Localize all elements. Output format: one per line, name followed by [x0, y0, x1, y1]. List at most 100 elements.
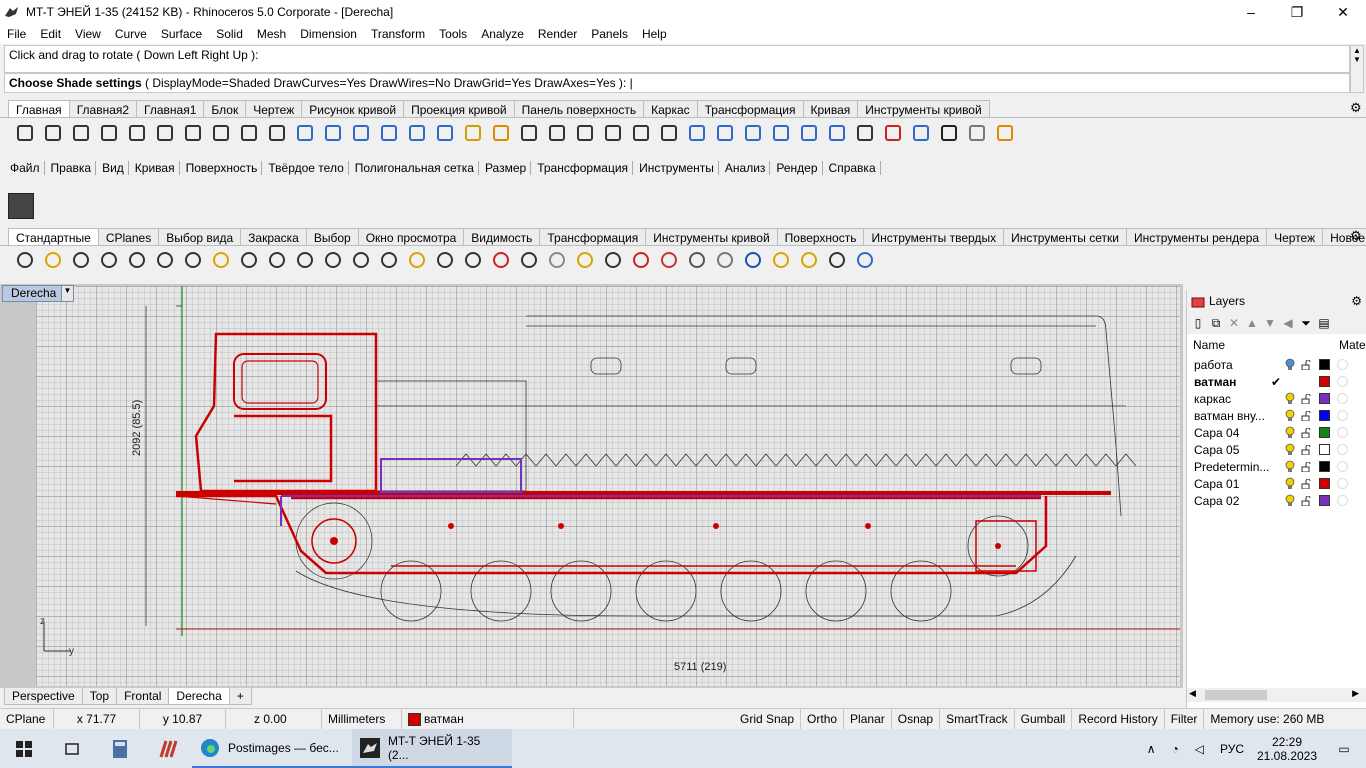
menu-curve[interactable]: Curve	[108, 27, 154, 41]
light-icon[interactable]	[516, 247, 542, 273]
car-icon[interactable]	[488, 247, 514, 273]
open-file-icon[interactable]	[40, 247, 66, 273]
options-icon[interactable]	[768, 247, 794, 273]
status-toggle[interactable]: Grid Snap	[734, 709, 802, 729]
viewport-title[interactable]: Derecha ▼	[2, 285, 74, 302]
gear-icon[interactable]: ⚙	[1350, 100, 1362, 116]
material-sphere-icon[interactable]	[684, 247, 710, 273]
box-icon[interactable]	[348, 120, 374, 146]
status-toggle[interactable]: Gumball	[1015, 709, 1073, 729]
material-circle-icon[interactable]	[1337, 478, 1348, 489]
curve-icon[interactable]	[96, 120, 122, 146]
toolbar-tab[interactable]: Видимость	[463, 228, 541, 246]
gear-icon[interactable]: ⚙	[1350, 228, 1362, 244]
material-circle-icon[interactable]	[1337, 427, 1348, 438]
plane-icon[interactable]	[432, 120, 458, 146]
material-circle-icon[interactable]	[1337, 393, 1348, 404]
circle-icon[interactable]	[124, 120, 150, 146]
scrollbar-thumb[interactable]	[1205, 690, 1267, 700]
move-down-icon[interactable]: ▼	[1261, 316, 1279, 330]
toolbar-tab[interactable]: Инструменты кривой	[857, 100, 990, 118]
notifications-icon[interactable]: ▭	[1322, 729, 1366, 768]
join-icon[interactable]	[572, 120, 598, 146]
menu-help[interactable]: Help	[635, 27, 674, 41]
calculator-icon[interactable]	[96, 729, 144, 768]
toolbar-tab[interactable]: Выбор	[305, 228, 359, 246]
unlock-icon[interactable]	[1301, 478, 1311, 490]
zoom-window-icon[interactable]	[348, 247, 374, 273]
new-sublayer-icon[interactable]: ⧉	[1207, 316, 1225, 331]
material-circle-icon[interactable]	[1337, 376, 1348, 387]
unlock-icon[interactable]	[1301, 393, 1311, 405]
toolbar-tab[interactable]: Блок	[203, 100, 247, 118]
grid-icon[interactable]	[852, 120, 878, 146]
layer-color-swatch[interactable]	[1319, 376, 1330, 387]
env-sphere-icon[interactable]	[740, 247, 766, 273]
unlock-icon[interactable]	[1301, 444, 1311, 456]
rotate-icon[interactable]	[432, 247, 458, 273]
pan-icon[interactable]	[264, 247, 290, 273]
layer-icon[interactable]	[628, 247, 654, 273]
winrar-icon[interactable]	[144, 729, 192, 768]
maximize-button[interactable]: ❐	[1274, 0, 1320, 24]
toolbar-tab[interactable]: Инструменты рендера	[1125, 228, 1268, 246]
bulb-icon[interactable]	[1285, 392, 1295, 404]
menu-edit[interactable]: Edit	[33, 27, 68, 41]
menu-panels[interactable]: Panels	[584, 27, 635, 41]
settings-icon[interactable]	[796, 247, 822, 273]
cylinder-icon[interactable]	[404, 120, 430, 146]
status-units[interactable]: Millimeters	[322, 709, 402, 729]
layer-color-swatch[interactable]	[1319, 478, 1330, 489]
color-wheel-icon[interactable]	[656, 247, 682, 273]
unlock-icon[interactable]	[1301, 427, 1311, 439]
viewport-tab[interactable]: Top	[81, 688, 118, 705]
bulb-icon[interactable]	[572, 247, 598, 273]
mirror-icon[interactable]	[796, 120, 822, 146]
bulb-icon[interactable]	[1285, 494, 1295, 506]
taskbar-app-browser[interactable]: Postimages — бес...	[192, 729, 352, 768]
viewport-tab[interactable]: Perspective	[4, 688, 83, 705]
gear-icon[interactable]	[460, 120, 486, 146]
toolbar-tab[interactable]: Инструменты кривой	[645, 228, 778, 246]
bulb-icon[interactable]	[1285, 460, 1295, 472]
new-file-icon[interactable]	[12, 247, 38, 273]
move-icon[interactable]	[712, 120, 738, 146]
toolbar-tab[interactable]: Каркас	[643, 100, 698, 118]
layer-color-swatch[interactable]	[1319, 444, 1330, 455]
gear-icon[interactable]: ⚙	[1351, 294, 1362, 308]
menu-surface[interactable]: Surface	[154, 27, 209, 41]
viewport-tab[interactable]: Derecha	[168, 688, 230, 705]
layer-row[interactable]: Capa 04	[1187, 424, 1366, 441]
menu-file[interactable]: File	[0, 27, 33, 41]
viewport-tab[interactable]: Frontal	[116, 688, 170, 705]
toolbar-tab[interactable]: Поверхность	[776, 228, 865, 246]
chevron-up-icon[interactable]: ∧	[1139, 729, 1164, 768]
boolean-icon[interactable]	[376, 120, 402, 146]
menu-transform[interactable]: Transform	[364, 27, 432, 41]
unlock-icon[interactable]	[1301, 359, 1311, 371]
status-toggle[interactable]: Ortho	[801, 709, 845, 729]
chevron-down-icon[interactable]: ▼	[61, 286, 73, 301]
layer-row[interactable]: Capa 02	[1187, 492, 1366, 509]
toolbar-tab[interactable]: Трансформация	[539, 228, 647, 246]
offset-icon[interactable]	[628, 120, 654, 146]
print-icon[interactable]	[96, 247, 122, 273]
filter-icon[interactable]: ⏷	[1297, 316, 1315, 331]
shade-icon[interactable]	[964, 120, 990, 146]
command-scrollbar[interactable]: ▲ ▼	[1350, 45, 1364, 93]
legacy-menu-item[interactable]: Анализ	[721, 161, 771, 175]
layer-color-swatch[interactable]	[1319, 410, 1330, 421]
clock[interactable]: 22:29 21.08.2023	[1252, 729, 1322, 768]
viewport-canvas[interactable]: 2092 (85.5) 5711 (219) z y	[36, 286, 1180, 686]
select-icon[interactable]	[12, 120, 38, 146]
polyline-icon[interactable]	[68, 120, 94, 146]
toolbar-tab[interactable]: Чертеж	[245, 100, 303, 118]
layer-color-swatch[interactable]	[1319, 495, 1330, 506]
arc-icon[interactable]	[236, 120, 262, 146]
toolbar-tab[interactable]: Трансформация	[696, 100, 804, 118]
copy-icon[interactable]	[180, 247, 206, 273]
menu-dimension[interactable]: Dimension	[293, 27, 364, 41]
blend-icon[interactable]	[488, 120, 514, 146]
bulb-icon[interactable]	[1285, 443, 1295, 455]
toolbar-tab[interactable]: Панель поверхность	[513, 100, 645, 118]
